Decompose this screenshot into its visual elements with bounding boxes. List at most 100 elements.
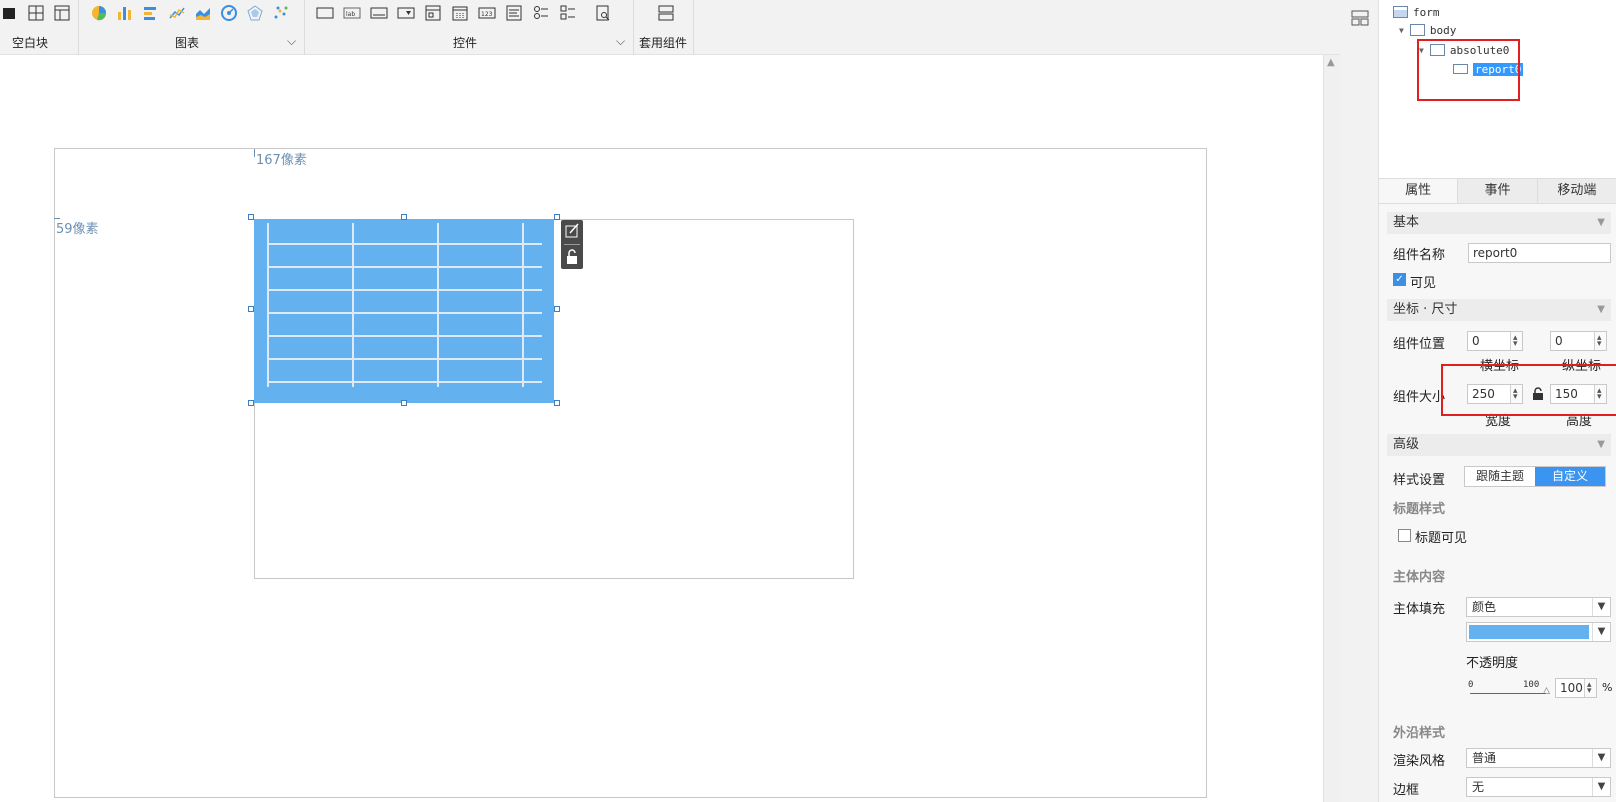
toolbar-group-templates: 套用组件	[634, 0, 694, 55]
template-component-icon[interactable]	[656, 3, 676, 23]
visible-checkbox[interactable]: ✓	[1393, 273, 1406, 286]
radar-chart-icon[interactable]	[245, 3, 265, 23]
checkbox-widget-icon[interactable]	[558, 3, 578, 23]
widget-edit-toolbar	[561, 220, 583, 269]
collapse-arrow-icon[interactable]: ▼	[1399, 26, 1404, 35]
scroll-up-icon[interactable]: ▲	[1327, 57, 1335, 68]
grid-block-icon[interactable]	[26, 3, 46, 23]
charts-expand-icon[interactable]: ⌵	[287, 34, 296, 49]
render-style-select[interactable]: 普通 ▼	[1466, 748, 1611, 768]
tree-item-body[interactable]: ▼ body	[1399, 21, 1456, 39]
textarea-widget-icon[interactable]	[504, 3, 524, 23]
resize-handle-se[interactable]	[554, 400, 560, 406]
edge-style-heading: 外沿样式	[1393, 726, 1446, 741]
chevron-down-icon: ▼	[1592, 598, 1610, 616]
toolbar: 空白块 图表 ⌵ lab 123 控件 ⌵ 套用组件	[0, 0, 1340, 55]
position-y-stepper[interactable]	[1594, 329, 1606, 353]
opacity-stepper[interactable]	[1584, 676, 1596, 700]
ruler-x-tick	[254, 149, 255, 157]
visible-label: 可见	[1410, 276, 1437, 291]
table-block-icon[interactable]	[52, 3, 72, 23]
form-widget-icon[interactable]	[423, 3, 443, 23]
section-advanced[interactable]: 高级 ▼	[1387, 434, 1611, 456]
svg-text:lab: lab	[346, 11, 355, 18]
toolbar-label-charts: 图表	[175, 36, 200, 50]
pie-chart-icon[interactable]	[89, 3, 109, 23]
hbar-chart-icon[interactable]	[141, 3, 161, 23]
ruler-y-tick	[54, 218, 60, 219]
area-chart-icon[interactable]	[193, 3, 213, 23]
chevron-down-icon: ▼	[1592, 749, 1610, 767]
edit-icon[interactable]	[561, 220, 583, 242]
border-label: 边框	[1393, 783, 1420, 798]
position-y-input[interactable]: 0	[1550, 329, 1607, 353]
radio-widget-icon[interactable]	[531, 3, 551, 23]
tree-item-form[interactable]: form	[1393, 3, 1440, 21]
textfield-widget-icon[interactable]	[369, 3, 389, 23]
chevron-down-icon: ▼	[1592, 778, 1610, 796]
fill-label: 主体填充	[1393, 602, 1446, 617]
opacity-input[interactable]: 100	[1555, 676, 1597, 700]
blank-block-icon[interactable]	[0, 3, 20, 23]
position-x-input[interactable]: 0	[1467, 329, 1523, 353]
body-icon	[1409, 24, 1425, 36]
tab-mobile[interactable]: 移动端	[1537, 179, 1616, 203]
name-label: 组件名称	[1393, 248, 1446, 263]
render-label: 渲染风格	[1393, 754, 1446, 769]
dropdown-widget-icon[interactable]	[396, 3, 416, 23]
canvas-vertical-scrollbar[interactable]: ▲	[1323, 55, 1340, 802]
opacity-label: 不透明度	[1466, 656, 1519, 671]
percent-sign: %	[1602, 681, 1613, 694]
ruler-x-marker: 167像素	[256, 153, 307, 168]
border-select[interactable]: 无 ▼	[1466, 777, 1611, 797]
calendar-widget-icon[interactable]	[450, 3, 470, 23]
toolbar-label-widgets: 控件	[453, 36, 478, 50]
resize-handle-s[interactable]	[401, 400, 407, 406]
number-widget-icon[interactable]: 123	[477, 3, 497, 23]
size-label: 组件大小	[1393, 390, 1446, 405]
style-follow-theme[interactable]: 跟随主题	[1465, 467, 1535, 486]
title-visible-label: 标题可见	[1415, 531, 1468, 546]
resize-handle-ne[interactable]	[554, 214, 560, 220]
toolbar-label-blank: 空白块	[12, 36, 49, 50]
toolbar-group-blank: 空白块	[0, 0, 79, 55]
bar-chart-icon[interactable]	[115, 3, 135, 23]
button-widget-icon[interactable]	[315, 3, 335, 23]
style-custom[interactable]: 自定义	[1535, 467, 1605, 486]
resize-handle-n[interactable]	[401, 214, 407, 220]
position-label: 组件位置	[1393, 337, 1446, 352]
section-coordinates[interactable]: 坐标 · 尺寸 ▼	[1387, 299, 1611, 321]
tab-events[interactable]: 事件	[1458, 179, 1538, 203]
section-collapse-icon: ▼	[1597, 439, 1605, 450]
resize-handle-e[interactable]	[554, 306, 560, 312]
tree-highlight-box	[1417, 39, 1520, 101]
fill-type-select[interactable]: 颜色 ▼	[1466, 597, 1611, 617]
layout-panel-icon[interactable]	[1351, 10, 1369, 26]
toolbar-group-widgets: lab 123 控件 ⌵	[305, 0, 634, 55]
svg-text:123: 123	[481, 11, 493, 18]
style-label: 样式设置	[1393, 473, 1446, 488]
size-highlight-box	[1441, 364, 1616, 416]
title-style-heading: 标题样式	[1393, 502, 1446, 517]
color-swatch	[1469, 625, 1589, 639]
resize-handle-nw[interactable]	[248, 214, 254, 220]
resize-handle-sw[interactable]	[248, 400, 254, 406]
gauge-chart-icon[interactable]	[219, 3, 239, 23]
unlock-icon[interactable]	[561, 246, 583, 268]
report-grid-icon	[267, 223, 542, 387]
position-x-stepper[interactable]	[1510, 329, 1522, 353]
scatter-chart-icon[interactable]	[271, 3, 291, 23]
search-widget-icon[interactable]	[593, 3, 613, 23]
fill-color-select[interactable]: ▼	[1466, 622, 1611, 642]
line-chart-icon[interactable]	[167, 3, 187, 23]
label-widget-icon[interactable]: lab	[342, 3, 362, 23]
report-widget[interactable]	[254, 219, 554, 403]
style-toggle: 跟随主题 自定义	[1464, 466, 1606, 487]
slider-thumb[interactable]: △	[1543, 686, 1550, 696]
section-basic[interactable]: 基本 ▼	[1387, 212, 1611, 234]
resize-handle-w[interactable]	[248, 306, 254, 312]
title-visible-checkbox[interactable]	[1398, 529, 1411, 542]
component-name-input[interactable]: report0	[1468, 243, 1611, 263]
tab-properties[interactable]: 属性	[1379, 179, 1459, 203]
widgets-expand-icon[interactable]: ⌵	[616, 34, 625, 49]
